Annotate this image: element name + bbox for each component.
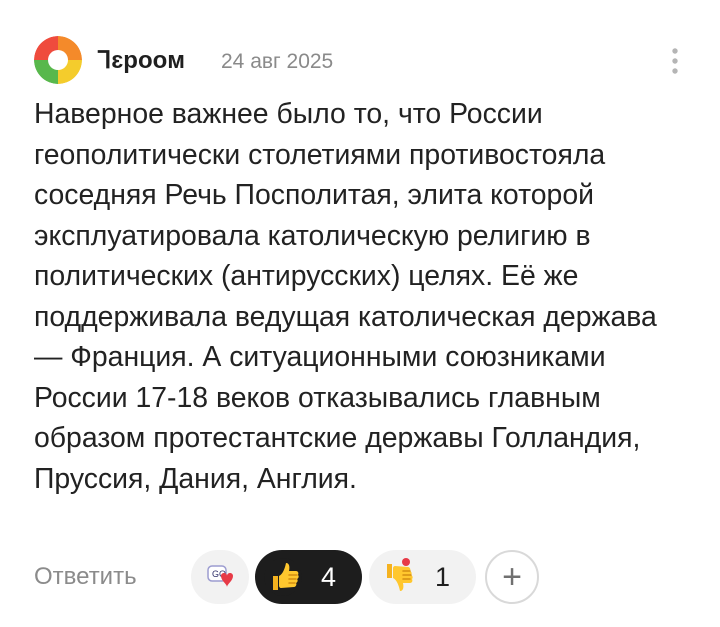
like-count: 4 bbox=[321, 562, 337, 592]
comment-date: 24 авг 2025 bbox=[221, 50, 334, 73]
more-options-button[interactable] bbox=[664, 44, 686, 78]
add-reaction-button[interactable]: + bbox=[485, 550, 539, 604]
thumbs-up-icon bbox=[264, 558, 302, 596]
avatar-icon bbox=[34, 36, 82, 84]
sticker-reaction-button[interactable]: GO bbox=[191, 550, 249, 604]
comment-text: Наверное важнее было то, что России геоп… bbox=[34, 98, 657, 495]
dislike-reaction-button[interactable]: 1 bbox=[369, 550, 476, 604]
heart-sticker-icon: GO bbox=[207, 565, 233, 587]
more-vertical-icon bbox=[672, 48, 678, 74]
plus-icon: + bbox=[502, 558, 522, 596]
dislike-count: 1 bbox=[435, 562, 451, 592]
author-name[interactable]: Ꞁɛpooм bbox=[98, 46, 185, 76]
comment-actions: Ответить GO 4 1 + bbox=[34, 548, 686, 606]
comment-header: Ꞁɛpooм 24 авг 2025 bbox=[34, 36, 686, 88]
thumbs-down-icon bbox=[387, 558, 413, 591]
avatar[interactable] bbox=[34, 36, 82, 84]
reply-button[interactable]: Ответить bbox=[34, 562, 137, 592]
like-reaction-button[interactable]: 4 bbox=[255, 550, 362, 604]
